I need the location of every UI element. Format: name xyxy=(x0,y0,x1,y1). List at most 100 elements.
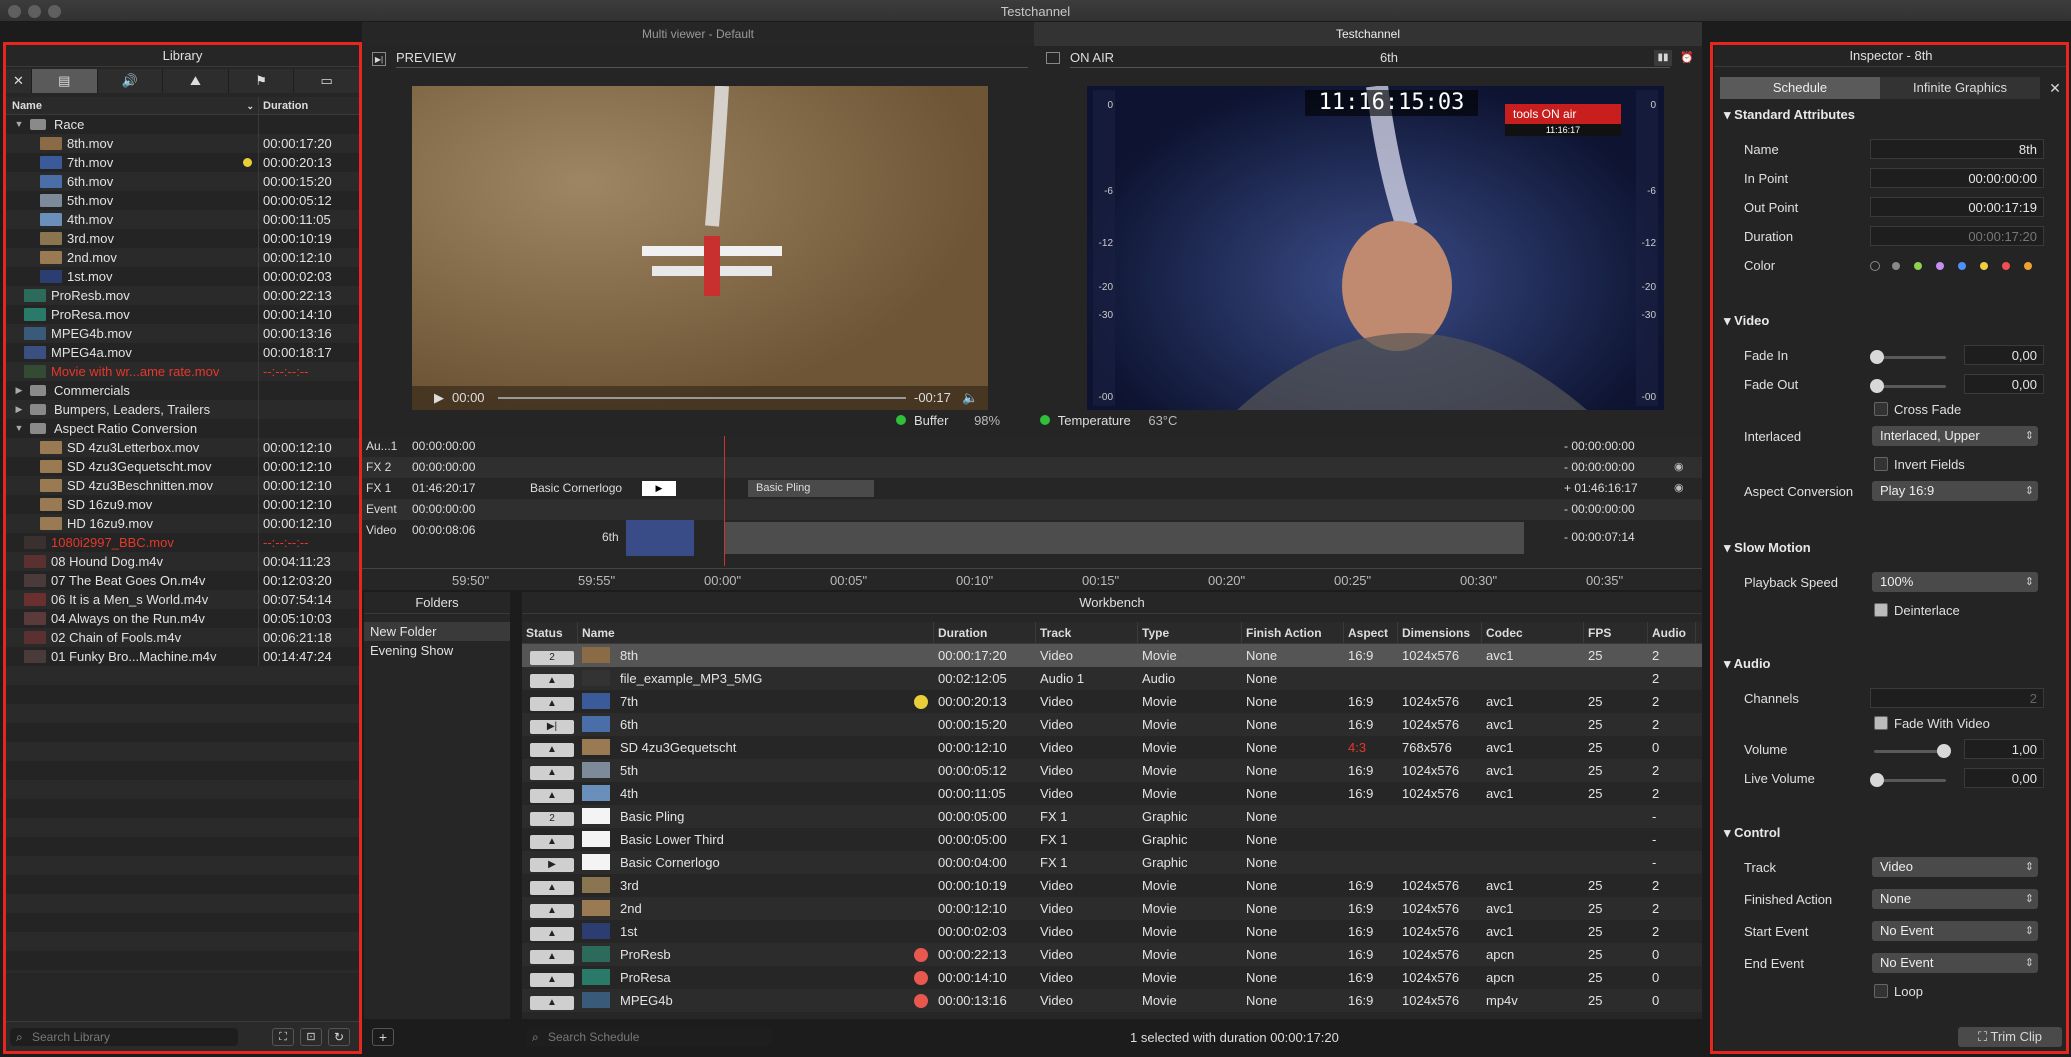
timeline-track-fx2[interactable]: FX 2 00:00:00:00 - 00:00:00:00 ◉ xyxy=(362,457,1702,478)
chevron-down-icon[interactable]: ▾ xyxy=(1724,107,1731,122)
library-item[interactable]: 7th.mov 00:00:20:13 xyxy=(6,153,359,172)
library-item[interactable]: SD 4zu3Gequetscht.mov 00:00:12:10 xyxy=(6,457,359,476)
timeline-block[interactable]: Basic Pling xyxy=(748,480,874,497)
workbench-col-header[interactable]: Track xyxy=(1036,622,1138,643)
status-button[interactable]: ▲ xyxy=(530,789,574,803)
status-button[interactable]: ▲ xyxy=(530,674,574,688)
fade-with-video-checkbox[interactable]: Fade With Video xyxy=(1874,716,1990,731)
status-button[interactable]: ▶| xyxy=(530,720,574,734)
workbench-col-header[interactable]: Aspect xyxy=(1344,622,1398,643)
library-item[interactable]: 1st.mov 00:00:02:03 xyxy=(6,267,359,286)
workbench-row[interactable]: ▲ 3rd 00:00:10:19 Video Movie None 16:9 1024x57… xyxy=(522,874,1702,897)
status-button[interactable]: ▲ xyxy=(530,743,574,757)
disclosure-open-icon[interactable]: ▼ xyxy=(14,115,24,134)
folder-item-new-folder[interactable]: New Folder xyxy=(364,622,510,641)
library-item[interactable]: ▼ Race xyxy=(6,115,359,134)
workbench-row[interactable]: ▲ ProResa 00:00:14:10 Video Movie None 16:9 102… xyxy=(522,966,1702,989)
library-item[interactable]: ProResb.mov 00:00:22:13 xyxy=(6,286,359,305)
disclosure-closed-icon[interactable]: ▶ xyxy=(14,400,24,419)
workbench-row[interactable]: ▲ 7th 00:00:20:13 Video Movie None 16:9 1024x57… xyxy=(522,690,1702,713)
library-item[interactable]: ▶ Bumpers, Leaders, Trailers xyxy=(6,400,359,419)
color-swatch[interactable] xyxy=(1914,262,1922,270)
import-icon[interactable]: ⊡ xyxy=(300,1028,322,1046)
workbench-row[interactable]: ▶| 6th 00:00:15:20 Video Movie None 16:9 1024x5… xyxy=(522,713,1702,736)
volume-icon[interactable]: 🔈 xyxy=(962,386,978,410)
library-item[interactable]: Movie with wr...ame rate.mov --:--:--:-- xyxy=(6,362,359,381)
volume-field[interactable]: 1,00 xyxy=(1964,739,2044,759)
library-item[interactable]: 07 The Beat Goes On.m4v 00:12:03:20 xyxy=(6,571,359,590)
schedule-search-input[interactable]: ⌕ Search Schedule xyxy=(526,1028,772,1046)
tab-schedule[interactable]: Schedule xyxy=(1720,77,1880,99)
workbench-row[interactable]: ▲ ProResb 00:00:22:13 Video Movie None 16:9 102… xyxy=(522,943,1702,966)
workbench-row[interactable]: ▲ 1st 00:00:02:03 Video Movie None 16:9 1024x57… xyxy=(522,920,1702,943)
status-button[interactable]: ▲ xyxy=(530,904,574,918)
eye-icon[interactable]: ◉ xyxy=(1674,478,1684,499)
eye-icon[interactable]: ◉ xyxy=(1674,457,1684,478)
library-item[interactable]: 8th.mov 00:00:17:20 xyxy=(6,134,359,153)
playback-speed-select[interactable]: 100% xyxy=(1872,572,2038,592)
fit-view-icon[interactable]: ⛶ xyxy=(272,1028,294,1046)
loop-checkbox[interactable]: Loop xyxy=(1874,984,1923,999)
library-item[interactable]: MPEG4b.mov 00:00:13:16 xyxy=(6,324,359,343)
status-button[interactable]: ▲ xyxy=(530,973,574,987)
filter-window-icon[interactable]: ▭ xyxy=(294,69,359,93)
track-select[interactable]: Video xyxy=(1872,857,2038,877)
status-button[interactable]: ▲ xyxy=(530,881,574,895)
workbench-col-header[interactable]: Name xyxy=(578,622,934,643)
close-inspector-icon[interactable]: ✕ xyxy=(2046,77,2064,99)
preview-scrubber[interactable] xyxy=(498,397,906,399)
name-field[interactable]: 8th xyxy=(1870,139,2044,159)
live-volume-field[interactable]: 0,00 xyxy=(1964,768,2044,788)
finished-action-select[interactable]: None xyxy=(1872,889,2038,909)
library-col-name[interactable]: Name ⌄ xyxy=(6,97,259,114)
library-item[interactable]: ProResa.mov 00:00:14:10 xyxy=(6,305,359,324)
status-button[interactable]: ▲ xyxy=(530,950,574,964)
color-picker[interactable] xyxy=(1870,261,2050,272)
meters-icon[interactable]: ▮▮ xyxy=(1654,50,1672,66)
workbench-row[interactable]: 2 Basic Pling 00:00:05:00 FX 1 Graphic None - xyxy=(522,805,1702,828)
library-item[interactable]: SD 4zu3Letterbox.mov 00:00:12:10 xyxy=(6,438,359,457)
library-item[interactable]: 2nd.mov 00:00:12:10 xyxy=(6,248,359,267)
workbench-col-header[interactable]: Status xyxy=(522,622,578,643)
tab-infinite-graphics[interactable]: Infinite Graphics xyxy=(1880,77,2040,99)
workbench-col-header[interactable]: Codec xyxy=(1482,622,1584,643)
video-track-block[interactable] xyxy=(724,522,1524,554)
playhead[interactable] xyxy=(724,436,725,566)
workbench-col-header[interactable]: Finish Action xyxy=(1242,622,1344,643)
library-item[interactable]: ▼ Aspect Ratio Conversion xyxy=(6,419,359,438)
library-item[interactable]: 02 Chain of Fools.m4v 00:06:21:18 xyxy=(6,628,359,647)
workbench-col-header[interactable]: Dimensions xyxy=(1398,622,1482,643)
preview-skip-icon[interactable]: ▶| xyxy=(372,52,386,66)
status-button[interactable]: 2 xyxy=(530,812,574,826)
color-swatch[interactable] xyxy=(1870,261,1880,271)
onair-video[interactable]: 11:16:15:03 tools ON air 11:16:17 0 -6 -12… xyxy=(1087,84,1664,410)
library-col-duration[interactable]: Duration xyxy=(259,97,308,114)
filter-image-icon[interactable]: ⛰ xyxy=(163,69,229,93)
refresh-icon[interactable]: ↻ xyxy=(328,1028,350,1046)
invert-fields-checkbox[interactable]: Invert Fields xyxy=(1874,457,1965,472)
add-folder-button[interactable]: + xyxy=(372,1028,394,1046)
library-item[interactable]: MPEG4a.mov 00:00:18:17 xyxy=(6,343,359,362)
start-event-select[interactable]: No Event xyxy=(1872,921,2038,941)
workbench-row[interactable]: ▲ 5th 00:00:05:12 Video Movie None 16:9 1024x57… xyxy=(522,759,1702,782)
status-button[interactable]: ▶ xyxy=(530,858,574,872)
color-swatch[interactable] xyxy=(1980,262,1988,270)
fade-in-slider[interactable] xyxy=(1870,350,1946,364)
workbench-row[interactable]: ▲ MPEG4b 00:00:13:16 Video Movie None 16:9 1024… xyxy=(522,989,1702,1012)
aspect-conversion-select[interactable]: Play 16:9 xyxy=(1872,481,2038,501)
workbench-row[interactable]: ▲ 2nd 00:00:12:10 Video Movie None 16:9 1024x57… xyxy=(522,897,1702,920)
color-swatch[interactable] xyxy=(2002,262,2010,270)
library-item[interactable]: SD 16zu9.mov 00:00:12:10 xyxy=(6,495,359,514)
workbench-col-header[interactable]: FPS xyxy=(1584,622,1648,643)
status-button[interactable]: ▲ xyxy=(530,996,574,1010)
timeline-ruler[interactable]: 59:50" 59:55" 00:00" 00:05" 00:10" 00:15" 00:2… xyxy=(362,568,1702,590)
disclosure-open-icon[interactable]: ▼ xyxy=(14,419,24,438)
chevron-down-icon[interactable]: ▾ xyxy=(1724,825,1731,840)
interlaced-select[interactable]: Interlaced, Upper xyxy=(1872,426,2038,446)
library-item[interactable]: 6th.mov 00:00:15:20 xyxy=(6,172,359,191)
status-button[interactable]: ▲ xyxy=(530,766,574,780)
preview-video[interactable]: ▶ 00:00 -00:17 🔈 xyxy=(412,85,988,410)
workbench-row[interactable]: ▲ file_example_MP3_5MG 00:02:12:05 Audio 1 A… xyxy=(522,667,1702,690)
workbench-row[interactable]: ▲ Basic Lower Third 00:00:05:00 FX 1 Graphic… xyxy=(522,828,1702,851)
live-volume-slider[interactable] xyxy=(1870,773,1946,787)
